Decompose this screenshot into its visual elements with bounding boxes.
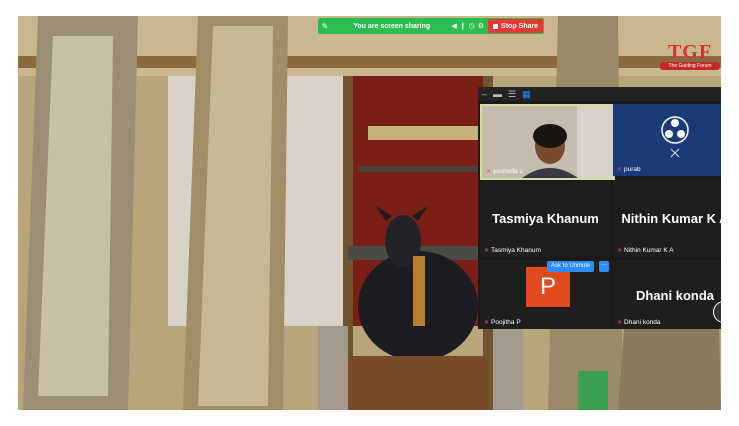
logo-text: TGF [667, 41, 713, 63]
participant-name: ✕ Tasmiya Khanum [484, 247, 541, 254]
stop-share-label: Stop Share [501, 22, 538, 30]
avatar: P [526, 267, 570, 307]
gallery-view-icon[interactable]: ▦ [522, 89, 531, 100]
gear-icon[interactable]: ⚙ [478, 22, 484, 30]
muted-mic-icon: ✕ [484, 320, 490, 326]
participant-name: ✕ yeshoda s [486, 168, 523, 175]
single-view-icon[interactable]: ▬ [493, 89, 502, 99]
pin-icon[interactable]: ✎ [318, 22, 332, 31]
muted-mic-icon: ✕ [486, 169, 492, 175]
participant-tile-yeshoda[interactable]: ✕ yeshoda s [480, 104, 615, 180]
strip-view-icon[interactable]: ☰ [508, 89, 516, 100]
muted-mic-icon: ✕ [484, 248, 490, 254]
muted-mic-icon: ✕ [617, 167, 623, 173]
mic-icon[interactable]: ❙ [460, 22, 466, 30]
participant-display-name: Dhani konda [635, 287, 714, 303]
minimize-icon[interactable]: – [482, 89, 487, 99]
shared-screen: ✎ You are screen sharing ◀ ❙ ◷ ⚙ Stop Sh… [18, 16, 721, 410]
logo-tagline: The Guiding Forum [660, 62, 720, 70]
timer-icon[interactable]: ◷ [469, 22, 475, 30]
participant-tile-nithin[interactable]: Nithin Kumar K A ✕ Nithin Kumar K A [613, 181, 721, 257]
volume-icon[interactable]: ◀ [451, 22, 456, 30]
participant-tile-purab[interactable]: ✕ purab [613, 104, 721, 176]
participant-tile-dhani[interactable]: Dhani konda ✕Dhani konda › [613, 260, 721, 329]
next-page-button[interactable]: › [713, 301, 721, 323]
participant-name: ✕ Nithin Kumar K A [617, 247, 674, 254]
participant-tile-tasmiya[interactable]: Tasmiya Khanum ✕ Tasmiya Khanum [480, 181, 611, 257]
participant-name: ✕ Dhani konda [617, 319, 661, 326]
participant-display-name: Tasmiya Khanum [492, 211, 599, 227]
more-options-button[interactable]: ··· [599, 261, 609, 272]
muted-mic-icon: ✕ [617, 248, 623, 254]
stop-icon [493, 23, 499, 29]
tgf-logo: TGF The Guiding Forum [660, 41, 720, 81]
participant-display-name: Nithin Kumar K A [621, 211, 721, 227]
participant-tile-poojitha[interactable]: P Ask to Unmute ··· ✕ Poojitha P [480, 260, 611, 329]
muted-mic-icon: ✕ [617, 320, 623, 326]
participant-name: ✕ purab [617, 166, 641, 173]
share-tools: ◀ ❙ ◷ ⚙ [451, 22, 488, 30]
gallery-toolbar: – ▬ ☰ ▦ [478, 87, 721, 101]
stop-share-button[interactable]: Stop Share [488, 19, 543, 33]
screen-share-toolbar: ✎ You are screen sharing ◀ ❙ ◷ ⚙ Stop Sh… [318, 18, 544, 34]
ask-to-unmute-button[interactable]: Ask to Unmute [547, 261, 595, 272]
gallery-view-panel: – ▬ ☰ ▦ ✕ yeshoda s ✕ purab Tasmiya Khan… [478, 87, 721, 329]
participant-name: ✕ Poojitha P [484, 319, 521, 326]
share-status-text: You are screen sharing [353, 22, 431, 30]
